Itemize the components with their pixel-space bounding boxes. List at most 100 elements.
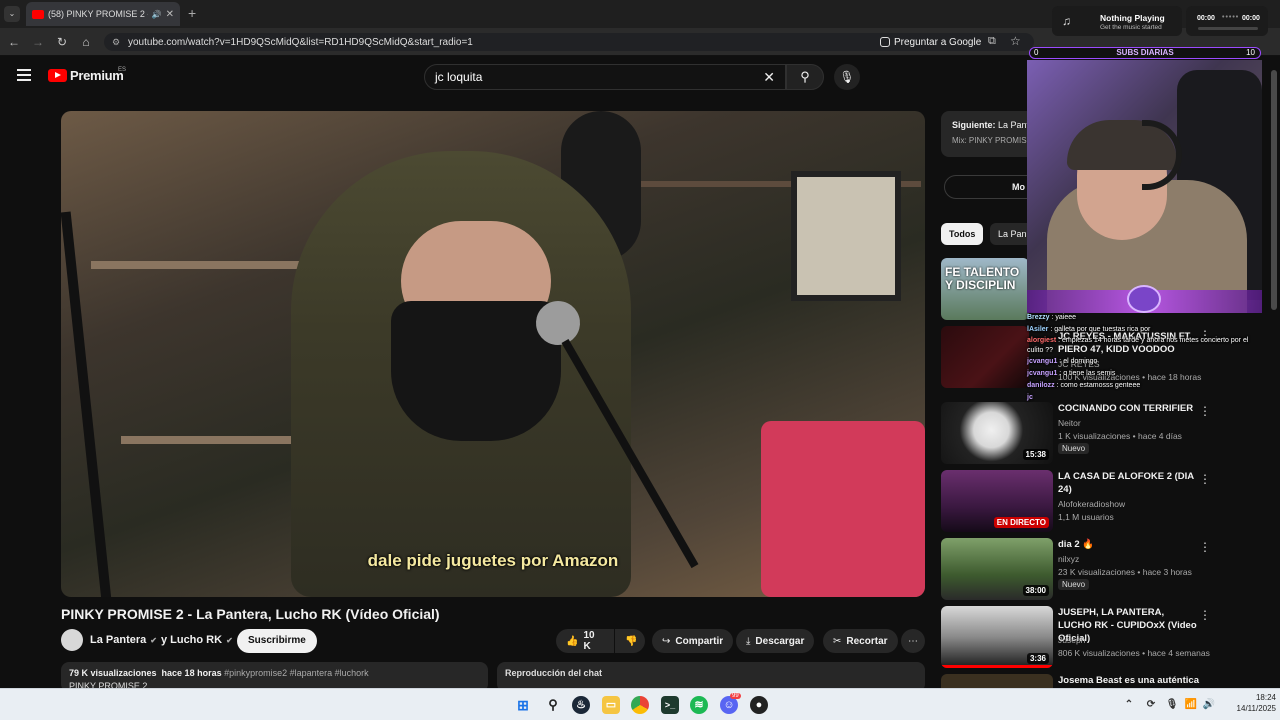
sync-icon[interactable]: ⟳ (1142, 696, 1160, 714)
chat-message: jcvangu1 : el domingo (1027, 358, 1098, 365)
video-thumbnail[interactable]: EN DIRECTO (941, 470, 1053, 532)
chip-channel[interactable]: La Pan (990, 223, 1030, 245)
spotify-icon[interactable]: ≋ (690, 696, 708, 714)
share-icon: ↪ (662, 635, 671, 647)
download-button[interactable]: ⤓ Descargar (736, 629, 815, 653)
video-meta: 23 K visualizaciones • hace 3 horas (1058, 567, 1192, 577)
chat-user: lAsiler (1027, 326, 1049, 333)
close-tab-icon[interactable]: ✕ (166, 9, 174, 20)
live-badge: EN DIRECTO (993, 517, 1049, 528)
tab-search-button[interactable]: ⌄ (4, 6, 20, 22)
voice-search-button[interactable]: 🎙 (834, 64, 860, 90)
bookmark-star-icon[interactable]: ☆ (1010, 34, 1021, 48)
obs-icon[interactable]: ● (750, 696, 768, 714)
youtube-premium-logo[interactable]: Premium (48, 68, 124, 83)
chip-all[interactable]: Todos (941, 223, 984, 245)
file-explorer-icon[interactable]: ▭ (602, 696, 620, 714)
clip-button[interactable]: ✂ Recortar (823, 629, 898, 653)
mic-icon: 🎙 (839, 70, 855, 84)
clock-time: 18:24 (1255, 693, 1276, 702)
video-tags[interactable]: #pinkypromise2 #lapantera #luchork (224, 668, 369, 678)
volume-icon[interactable]: 🔊 (1200, 696, 1218, 714)
speaker-icon[interactable]: 🔊 (152, 10, 162, 19)
dislike-button[interactable]: 👎 (615, 629, 645, 653)
chip-channel-label: La Pan (998, 229, 1027, 239)
windows-start-icon[interactable]: ⊞ (514, 696, 532, 714)
video-duration: 38:00 (1022, 585, 1049, 596)
more-vert-icon[interactable]: ⋮ (1199, 608, 1211, 622)
chat-text: yaieee (1055, 314, 1077, 321)
video-meta: 1 K visualizaciones • hace 4 días (1058, 431, 1182, 441)
like-count: 10 K (583, 630, 595, 652)
time-start: 00:00 (1197, 15, 1215, 22)
video-duration: 3:36 (1026, 653, 1049, 664)
up-next-label: Siguiente: (952, 120, 996, 130)
video-thumbnail[interactable]: 38:00 (941, 538, 1053, 600)
forward-icon[interactable]: → (30, 34, 46, 50)
video-thumbnail[interactable]: 15:38 (941, 402, 1053, 464)
video-thumbnail[interactable]: FE TALENTO Y DISCIPLIN (941, 258, 1029, 320)
mic-icon[interactable]: 🎙 (1163, 696, 1181, 714)
subscribe-button[interactable]: Suscribirme (237, 629, 317, 653)
more-vert-icon[interactable]: ⋮ (1199, 540, 1211, 554)
channel-avatar[interactable] (61, 629, 83, 651)
back-icon[interactable]: ← (6, 34, 22, 50)
watch-progress-bar (941, 665, 1053, 668)
install-app-icon[interactable]: ⧉ (988, 35, 996, 48)
recommendation-item[interactable]: 38:00 dia 2 🔥 nilxyz 23 K visualizacione… (941, 538, 1271, 602)
mix-label: Mix: PINKY PROMISE (952, 136, 1032, 145)
time-end: 00:00 (1242, 15, 1260, 22)
steam-icon[interactable]: ♨ (572, 696, 590, 714)
clear-search-icon[interactable]: ✕ (763, 65, 775, 89)
video-player[interactable]: dale pide juguetes por Amazon (61, 111, 925, 597)
chat-user: danilozz (1027, 382, 1055, 389)
progress-dots: ••••• (1222, 14, 1240, 21)
recommendation-item[interactable]: 15:38 COCINANDO CON TERRIFIER Neitor 1 K… (941, 402, 1271, 466)
video-thumbnail[interactable]: 3:36 (941, 606, 1053, 668)
chat-text: galleta por que tuestas rica por (1054, 326, 1151, 333)
recommendation-item[interactable]: Josema Beast es una auténtica (941, 674, 1271, 688)
video-thumbnail[interactable] (941, 674, 1053, 688)
webcam-feed (1027, 60, 1262, 313)
chrome-icon[interactable] (631, 696, 649, 714)
up-next-box[interactable]: Siguiente: La Pant Mix: PINKY PROMISE (941, 111, 1032, 157)
ask-google-button[interactable]: Preguntar a Google (880, 33, 981, 51)
terminal-icon[interactable]: >_ (661, 696, 679, 714)
share-label: Compartir (675, 635, 724, 647)
search-input[interactable]: jc loquita ✕ (424, 64, 786, 90)
share-button[interactable]: ↪ Compartir (652, 629, 734, 653)
video-title: LA CASA DE ALOFOKE 2 (DIA 24) (1058, 471, 1194, 495)
hamburger-menu-icon[interactable] (17, 69, 31, 81)
subs-label: SUBS DIARIAS (1116, 48, 1174, 57)
scrollbar-thumb[interactable] (1271, 70, 1277, 310)
clip-label: Recortar (846, 635, 888, 647)
search-icon[interactable]: ⚲ (544, 696, 562, 714)
recommendation-item[interactable]: EN DIRECTO LA CASA DE ALOFOKE 2 (DIA 24)… (941, 470, 1271, 534)
channel-actions-row: La Pantera ✔ y Lucho RK ✔ Suscribirme 👍 … (61, 628, 925, 654)
recommendation-item[interactable]: 3:36 JUSEPH, LA PANTERA, LUCHO RK - CUPI… (941, 606, 1271, 670)
video-meta: 806 K visualizaciones • hace 4 semanas (1058, 648, 1210, 658)
more-vert-icon[interactable]: ⋮ (1199, 404, 1211, 418)
taskbar-clock[interactable]: 18:24 14/11/2025 (1222, 692, 1276, 714)
chat-message: lAsiler : galleta por que tuestas rica p… (1027, 326, 1151, 333)
site-info-icon[interactable]: ⚙ (112, 37, 120, 48)
channel-names[interactable]: La Pantera ✔ y Lucho RK ✔ (90, 634, 233, 646)
chevron-up-icon[interactable]: ⌃ (1120, 696, 1138, 714)
verified-icon: ✔ (226, 635, 233, 645)
more-vert-icon[interactable]: ⋮ (1199, 472, 1211, 486)
page-scrollbar[interactable] (1270, 60, 1278, 310)
new-tab-button[interactable]: + (188, 5, 196, 21)
stream-chat-overlay: Brezzy : yaieee lAsiler : galleta por qu… (1027, 312, 1259, 404)
home-icon[interactable]: ⌂ (78, 34, 94, 50)
more-actions-button[interactable]: ⋯ (901, 629, 925, 653)
reload-icon[interactable]: ↻ (54, 34, 70, 50)
video-thumbnail[interactable] (941, 326, 1029, 388)
channel-name: Neitor (1058, 418, 1081, 428)
chip-all-label: Todos (949, 229, 976, 239)
mix-more-button[interactable]: Mo (944, 175, 1034, 199)
like-button[interactable]: 👍 10 K (556, 629, 614, 653)
video-title: dia 2 🔥 (1058, 539, 1095, 550)
wifi-icon[interactable]: 📶 (1182, 696, 1200, 714)
browser-tab-active[interactable]: (58) PINKY PROMISE 2 - La 🔊 ✕ (26, 2, 180, 26)
search-button[interactable]: ⚲ (786, 64, 824, 90)
